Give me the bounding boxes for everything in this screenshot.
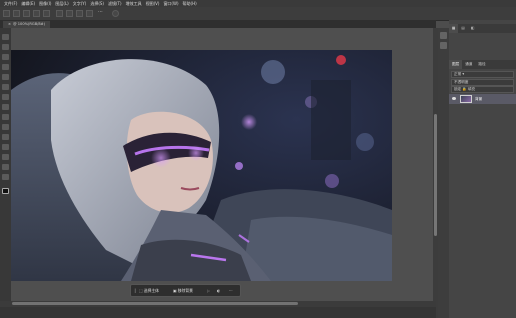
lock-icon[interactable]: 🔒 — [462, 87, 466, 91]
mode-icon[interactable] — [23, 10, 30, 17]
tab-channels[interactable]: 通道 — [462, 60, 475, 69]
move-tool-icon[interactable] — [2, 34, 9, 40]
distribute-icon[interactable] — [66, 10, 73, 17]
menu-filter[interactable]: 滤镜(T) — [108, 0, 122, 7]
tab-layers[interactable]: 图层 — [449, 60, 463, 69]
menu-bar: 文件(F) 编辑(E) 图像(I) 图层(L) 文字(Y) 选择(S) 滤镜(T) 增效工具视… — [0, 0, 516, 7]
pen-tool-icon[interactable] — [2, 144, 9, 150]
cyberpunk-portrait-image — [11, 50, 392, 281]
select-subject-button[interactable]: ⬚ 选择主体 — [139, 285, 159, 296]
menu-window[interactable]: 窗口(W) — [163, 0, 178, 7]
drag-handle-icon[interactable]: ┃ — [134, 285, 136, 296]
vertical-scroll-thumb[interactable] — [434, 114, 437, 236]
align-center-icon[interactable] — [43, 10, 50, 17]
menu-view[interactable]: 视图(V) — [146, 0, 160, 7]
options-bar: ··· — [0, 7, 516, 21]
foreground-color-swatch[interactable] — [2, 188, 9, 194]
layer-name: 背景 — [475, 97, 483, 101]
align-bottom-icon[interactable] — [86, 10, 93, 17]
layers-panel-tabs: 图层 通道 路径 — [449, 60, 516, 69]
align-left-icon[interactable] — [33, 10, 40, 17]
layer-thumbnail — [460, 95, 472, 103]
eye-icon[interactable] — [452, 97, 456, 100]
brush-tool-icon[interactable] — [2, 104, 9, 110]
quick-select-tool-icon[interactable] — [2, 64, 9, 70]
opacity-label: 不透明度 — [454, 80, 469, 84]
tab-paths[interactable]: 路径 — [475, 60, 488, 69]
opacity-field[interactable]: 不透明度 — [451, 79, 514, 86]
eraser-tool-icon[interactable] — [2, 124, 9, 130]
status-bar — [0, 307, 436, 318]
menu-select[interactable]: 选择(S) — [90, 0, 104, 7]
layer-row-background[interactable]: 背景 — [449, 94, 516, 104]
gradient-tool-icon[interactable] — [2, 134, 9, 140]
hand-tool-icon[interactable] — [2, 164, 9, 170]
history-icon[interactable] — [440, 32, 447, 39]
remove-background-button[interactable]: ▣ 移除背景 — [173, 285, 193, 296]
lasso-tool-icon[interactable] — [2, 54, 9, 60]
more-options-icon[interactable]: ··· — [98, 10, 105, 17]
contextual-task-bar: ┃ ⬚ 选择主体 ▣ 移除背景 ▷ ◐ ··· — [130, 284, 241, 297]
menu-help[interactable]: 帮助(H) — [183, 0, 197, 7]
align-right-icon[interactable] — [56, 10, 63, 17]
menu-type[interactable]: 文字(Y) — [73, 0, 87, 7]
select-subject-label: 选择主体 — [143, 288, 159, 293]
more-icon[interactable]: ··· — [229, 285, 233, 296]
lock-label: 锁定 — [454, 87, 462, 91]
tab-swatches-icon[interactable]: ▤ — [458, 24, 467, 33]
home-icon[interactable] — [3, 10, 10, 17]
upper-panel-tabs: ▦ ▤ ◧ — [449, 24, 516, 33]
type-tool-icon[interactable] — [2, 154, 9, 160]
clone-stamp-tool-icon[interactable] — [2, 114, 9, 120]
properties-icon[interactable] — [440, 42, 447, 49]
menu-file[interactable]: 文件(F) — [4, 0, 17, 7]
marquee-tool-icon[interactable] — [2, 44, 9, 50]
horizontal-scroll-thumb[interactable] — [12, 302, 298, 305]
right-panel: ▦ ▤ ◧ 图层 通道 路径 正常 ▾ 不透明度 锁定 🔒 填充 背景 — [449, 20, 516, 318]
contrast-icon[interactable]: ◐ — [217, 285, 220, 296]
align-top-icon[interactable] — [76, 10, 83, 17]
tab-color-icon[interactable]: ▦ — [449, 24, 459, 33]
canvas-image[interactable] — [11, 50, 392, 281]
blend-mode-label: 正常 — [454, 72, 462, 76]
play-icon[interactable]: ▷ — [207, 285, 210, 296]
crop-tool-icon[interactable] — [2, 74, 9, 80]
menu-layer[interactable]: 图层(L) — [55, 0, 68, 7]
document-tab-label: @ 100%(RGB/8#) — [13, 22, 46, 26]
remove-background-label: 移除背景 — [177, 288, 193, 293]
zoom-tool-icon[interactable] — [2, 174, 9, 180]
tab-gradient-icon[interactable]: ◧ — [468, 24, 477, 33]
lock-fill-row: 锁定 🔒 填充 — [451, 86, 514, 93]
document-tab-bar: × @ 100%(RGB/8#) — [0, 20, 436, 28]
gear-icon[interactable] — [112, 10, 119, 17]
healing-brush-tool-icon[interactable] — [2, 94, 9, 100]
menu-edit[interactable]: 编辑(E) — [21, 0, 35, 7]
blend-mode-select[interactable]: 正常 ▾ — [451, 71, 514, 78]
close-icon[interactable]: × — [8, 22, 11, 26]
menu-plugins[interactable]: 增效工具 — [126, 0, 142, 7]
fill-label: 填充 — [467, 87, 476, 91]
menu-image[interactable]: 图像(I) — [39, 0, 51, 7]
tool-preset-icon[interactable] — [13, 10, 20, 17]
canvas-area[interactable] — [11, 28, 433, 304]
document-tab[interactable]: × @ 100%(RGB/8#) — [3, 21, 51, 28]
chevron-down-icon: ▾ — [462, 72, 465, 76]
eyedropper-tool-icon[interactable] — [2, 84, 9, 90]
